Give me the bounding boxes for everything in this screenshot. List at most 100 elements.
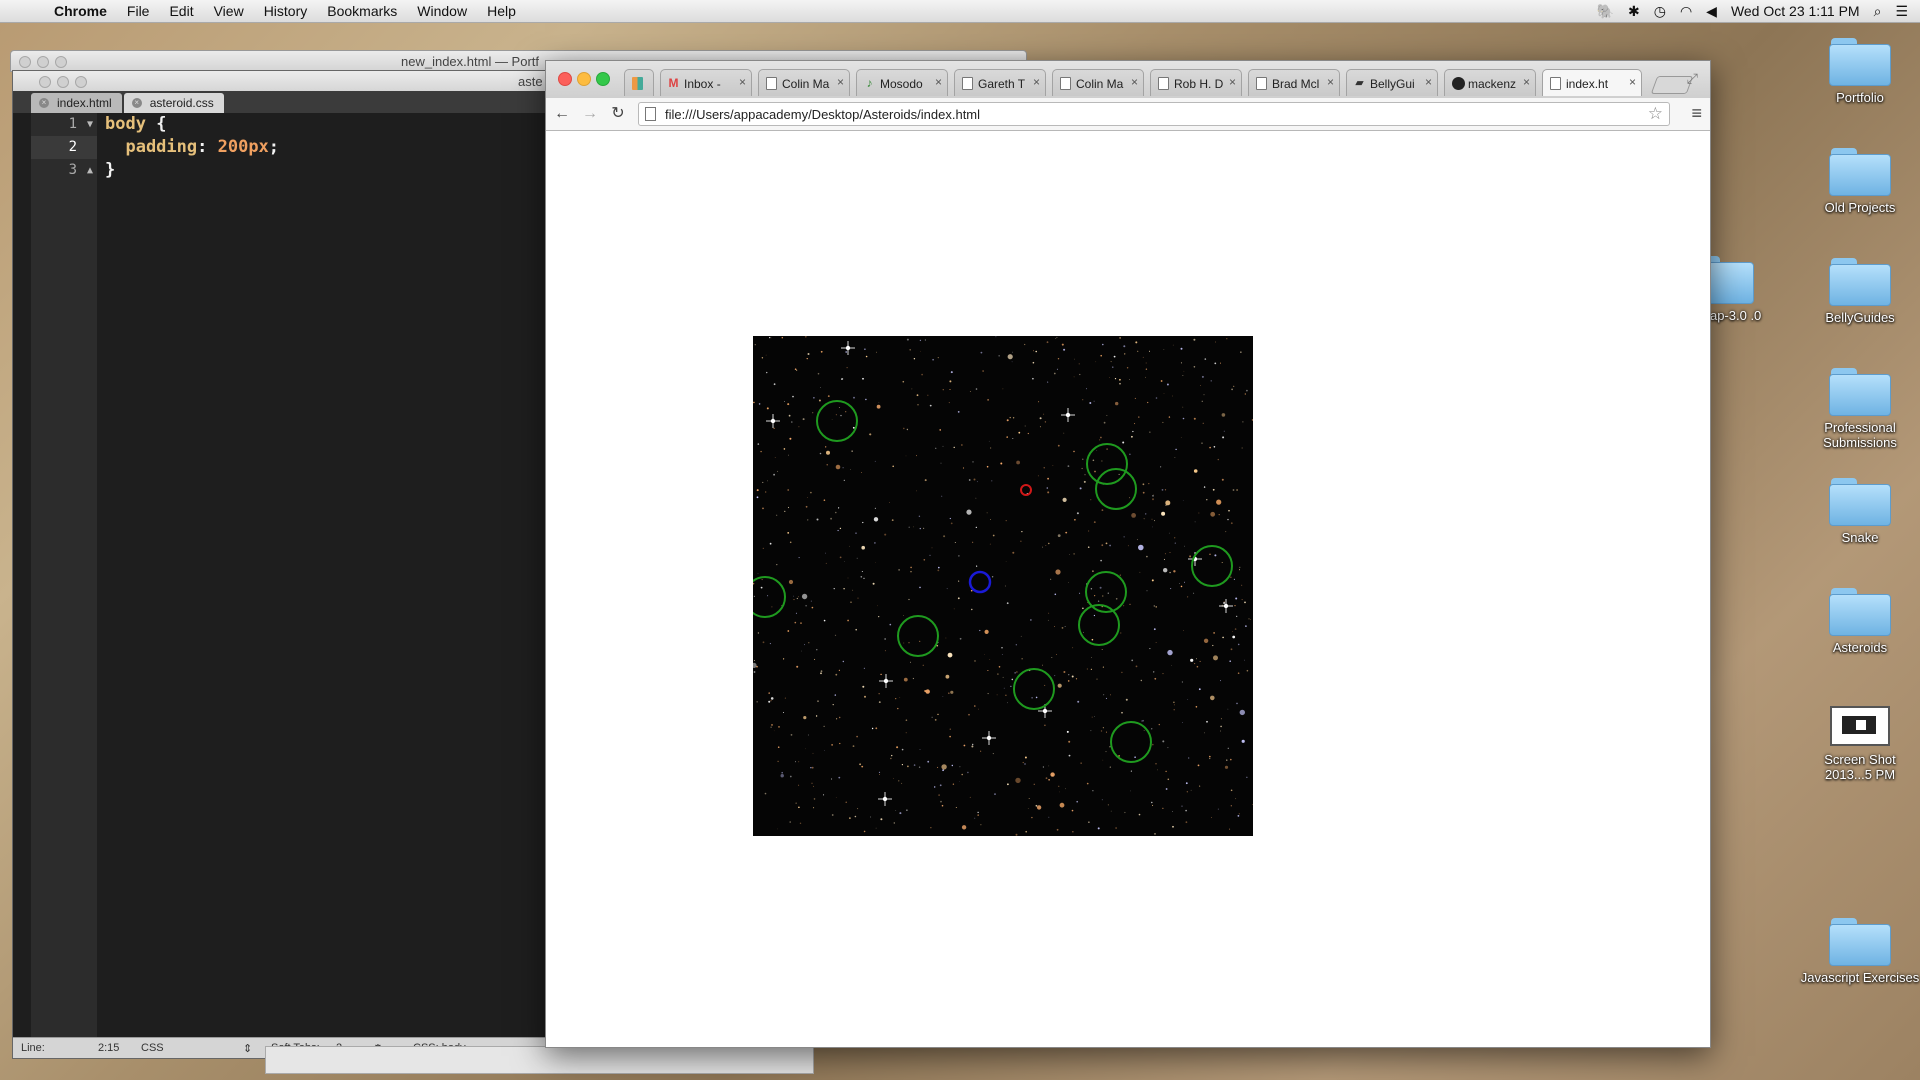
close-tab-icon[interactable]: × (1229, 75, 1236, 89)
forward-arrow-icon[interactable]: → (580, 104, 600, 124)
star (801, 650, 802, 652)
evernote-icon[interactable]: 🐘 (1597, 3, 1614, 20)
tab-index-active[interactable]: index.ht × (1542, 69, 1642, 96)
tab-bellyguides[interactable]: ▰ BellyGui × (1346, 69, 1438, 96)
wifi-icon[interactable]: ◠ (1680, 3, 1692, 20)
star (1016, 460, 1020, 465)
desktop-folder-professional-submissions[interactable]: Professional Submissions (1800, 368, 1920, 450)
bluetooth-icon[interactable]: ✱ (1628, 3, 1640, 20)
reload-icon[interactable]: ↻ (608, 104, 628, 124)
close-dot-icon[interactable] (19, 56, 31, 68)
close-tab-icon[interactable]: × (1425, 75, 1432, 89)
notification-center-icon[interactable]: ☰ (1895, 3, 1908, 20)
url-text[interactable]: file:///Users/appacademy/Desktop/Asteroi… (665, 107, 980, 122)
star (953, 608, 955, 610)
address-bar[interactable]: file:///Users/appacademy/Desktop/Asteroi… (638, 102, 1670, 126)
desktop-folder-snake[interactable]: Snake (1800, 478, 1920, 545)
zoom-dot-icon[interactable] (75, 76, 87, 88)
star (1001, 647, 1003, 649)
star (1119, 382, 1121, 385)
status-syntax-select[interactable]: CSS (141, 1042, 164, 1054)
star (799, 822, 802, 824)
star (781, 337, 783, 339)
zoom-window-icon[interactable] (596, 72, 610, 86)
asteroids-game-canvas[interactable] (753, 336, 1253, 836)
desktop-folder-old-projects[interactable]: Old Projects (1800, 148, 1920, 215)
star (1047, 619, 1049, 621)
star (1151, 518, 1153, 520)
close-dot-icon[interactable] (39, 76, 51, 88)
star (1021, 531, 1023, 533)
close-window-icon[interactable] (558, 72, 572, 86)
menu-edit[interactable]: Edit (169, 3, 193, 19)
close-tab-icon[interactable]: × (1131, 75, 1138, 89)
fold-up-icon[interactable]: ▲ (87, 159, 93, 182)
desktop-folder-portfolio[interactable]: Portfolio (1800, 38, 1920, 105)
star (1129, 603, 1131, 605)
star (764, 792, 767, 795)
spotlight-search-icon[interactable]: ⌕ (1874, 3, 1882, 20)
star (824, 750, 825, 751)
close-tab-icon[interactable]: × (935, 75, 942, 89)
star (1168, 532, 1170, 534)
desktop-file-screenshot[interactable]: Screen Shot 2013...5 PM (1800, 698, 1920, 782)
close-tab-icon[interactable]: × (837, 75, 844, 89)
code-area[interactable]: body { padding: 200px; } (105, 113, 279, 182)
bookmark-star-icon[interactable]: ☆ (1648, 104, 1663, 124)
volume-icon[interactable]: ◀ (1706, 3, 1717, 20)
menu-help[interactable]: Help (487, 3, 516, 19)
star (891, 754, 893, 757)
star (791, 421, 793, 423)
close-tab-icon[interactable]: × (131, 98, 142, 108)
tab-colin-2[interactable]: Colin Ma × (1052, 69, 1144, 96)
star (834, 634, 837, 636)
editor-tab-index-html[interactable]: × index.html (31, 93, 122, 113)
star (1016, 671, 1018, 673)
star (1024, 425, 1026, 427)
menu-history[interactable]: History (264, 3, 308, 19)
star (990, 447, 992, 449)
desktop-folder-javascript-exercises[interactable]: Javascript Exercises (1800, 918, 1920, 985)
close-tab-icon[interactable]: × (1327, 75, 1334, 89)
screenshot-thumbnail-icon (1830, 706, 1890, 746)
tab-inbox[interactable]: M Inbox - × (660, 69, 752, 96)
tab-github[interactable]: mackenz × (1444, 69, 1536, 96)
tab-apps[interactable] (624, 69, 654, 96)
star (835, 673, 838, 676)
star (768, 692, 770, 694)
menu-bookmarks[interactable]: Bookmarks (327, 3, 397, 19)
tab-colin-1[interactable]: Colin Ma × (758, 69, 850, 96)
editor-titlebar[interactable]: aste (13, 71, 613, 91)
tab-mosodo[interactable]: ♪ Mosodo × (856, 69, 948, 96)
clock[interactable]: Wed Oct 23 1:11 PM (1731, 3, 1860, 19)
desktop-folder-bellyguides[interactable]: BellyGuides (1800, 258, 1920, 325)
star (798, 784, 800, 786)
star (1168, 416, 1171, 418)
tab-brad[interactable]: Brad Mcl × (1248, 69, 1340, 96)
tab-gareth[interactable]: Gareth T × (954, 69, 1046, 96)
zoom-dot-icon[interactable] (55, 56, 67, 68)
close-tab-icon[interactable]: × (739, 75, 746, 89)
menu-app-name[interactable]: Chrome (54, 3, 107, 19)
fullscreen-icon[interactable]: ⤢ (1687, 70, 1698, 87)
close-tab-icon[interactable]: × (39, 98, 49, 108)
minimize-dot-icon[interactable] (57, 76, 69, 88)
tab-rob[interactable]: Rob H. D × (1150, 69, 1242, 96)
time-machine-icon[interactable]: ◷ (1654, 3, 1666, 20)
minimize-window-icon[interactable] (577, 72, 591, 86)
close-tab-icon[interactable]: × (1629, 75, 1636, 89)
menu-file[interactable]: File (127, 3, 150, 19)
star (1054, 626, 1055, 627)
menu-window[interactable]: Window (417, 3, 467, 19)
back-arrow-icon[interactable]: ← (552, 104, 572, 124)
chevron-updown-icon[interactable]: ⇕ (243, 1042, 252, 1055)
editor-tab-asteroid-css[interactable]: × asteroid.css (123, 93, 224, 113)
desktop-folder-asteroids[interactable]: Asteroids (1800, 588, 1920, 655)
fold-down-icon[interactable]: ▼ (87, 113, 93, 136)
chrome-menu-icon[interactable]: ≡ (1691, 103, 1702, 124)
minimize-dot-icon[interactable] (37, 56, 49, 68)
menu-view[interactable]: View (214, 3, 244, 19)
close-tab-icon[interactable]: × (1523, 75, 1530, 89)
star (1154, 520, 1155, 522)
close-tab-icon[interactable]: × (1033, 75, 1040, 89)
